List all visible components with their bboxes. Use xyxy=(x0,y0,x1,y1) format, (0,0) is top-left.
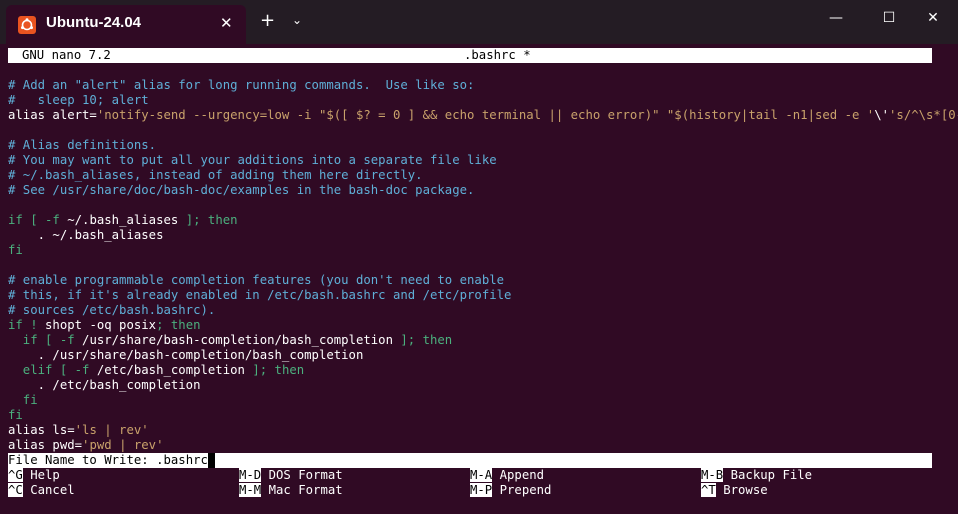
code-token: alias alert= xyxy=(8,108,97,122)
shortcut-key: M-D xyxy=(239,468,262,482)
editor-line: # Alias definitions. xyxy=(8,138,157,152)
shortcut-label: Backup File xyxy=(723,468,813,482)
editor-line: fi xyxy=(8,243,23,257)
shortcut-key: M-M xyxy=(239,483,262,497)
text-cursor xyxy=(207,453,215,468)
editor-line: # You may want to put all your additions… xyxy=(8,153,497,167)
shortcut-label: Cancel xyxy=(22,483,75,497)
shortcut-key: ^C xyxy=(8,483,23,497)
editor-line: # ~/.bash_aliases, instead of adding the… xyxy=(8,168,423,182)
code-token: -f xyxy=(74,363,90,377)
code-token: \' xyxy=(874,108,890,122)
code-token: 's/^\s*[0-9 xyxy=(889,108,958,122)
shortcut-dos-format[interactable]: M-D DOS Format xyxy=(239,468,343,483)
chevron-down-icon[interactable]: ⌄ xyxy=(292,13,302,27)
code-token: ~/.bash_aliases xyxy=(59,213,186,227)
shortcut-browse[interactable]: ^T Browse xyxy=(701,483,768,498)
prompt-label: File Name to Write: xyxy=(8,453,157,467)
shortcut-label: Help xyxy=(22,468,60,482)
editor-line: if ! shopt -oq posix; then xyxy=(8,318,201,333)
code-token: shopt -oq posix xyxy=(37,318,157,332)
code-token: ]; then xyxy=(400,333,453,347)
shortcut-label: Mac Format xyxy=(261,483,343,497)
new-tab-button[interactable]: + xyxy=(260,10,275,31)
shortcut-append[interactable]: M-A Append xyxy=(470,468,544,483)
code-token: -f xyxy=(59,333,75,347)
code-token: ]; then xyxy=(185,213,238,227)
editor-line: alias alert='notify-send --urgency=low -… xyxy=(8,108,958,123)
editor-line: if [ -f /usr/share/bash-completion/bash_… xyxy=(8,333,452,348)
editor-line: # this, if it's already enabled in /etc/… xyxy=(8,288,512,302)
shortcut-label: Prepend xyxy=(492,483,552,497)
shortcut-cancel[interactable]: ^C Cancel xyxy=(8,483,75,498)
editor-line: . ~/.bash_aliases xyxy=(8,228,164,242)
nano-header: GNU nano 7.2 .bashrc * xyxy=(8,48,932,63)
shortcut-prepend[interactable]: M-P Prepend xyxy=(470,483,551,498)
shortcut-key: M-A xyxy=(470,468,493,482)
code-token: elif [ xyxy=(8,363,75,377)
editor-line: # Add an "alert" alias for long running … xyxy=(8,78,475,92)
shortcut-backup-file[interactable]: M-B Backup File xyxy=(701,468,812,483)
code-token: 'ls | rev' xyxy=(74,423,149,437)
minimize-button[interactable]: — xyxy=(826,10,846,26)
ubuntu-icon xyxy=(18,16,36,34)
code-token: -f xyxy=(45,213,60,227)
shortcut-label: DOS Format xyxy=(261,468,343,482)
code-token: ; then xyxy=(156,318,201,332)
code-token: ]; then xyxy=(252,363,305,377)
title-bar: Ubuntu-24.04 ✕ + ⌄ — ☐ ✕ xyxy=(0,0,958,44)
terminal-area[interactable]: GNU nano 7.2 .bashrc * # Add an "alert" … xyxy=(0,44,958,514)
code-token: alias pwd= xyxy=(8,438,83,452)
maximize-button[interactable]: ☐ xyxy=(879,10,899,26)
shortcut-key: M-P xyxy=(470,483,493,497)
terminal-tab[interactable]: Ubuntu-24.04 ✕ xyxy=(6,5,246,44)
nano-filename: .bashrc * xyxy=(464,48,531,62)
code-token: 'pwd | rev' xyxy=(82,438,164,452)
code-token: if xyxy=(8,213,23,227)
shortcut-label: Append xyxy=(492,468,545,482)
code-token: alias ls= xyxy=(8,423,75,437)
save-filename-prompt[interactable]: File Name to Write: .bashrc xyxy=(8,453,932,468)
code-token: if [ xyxy=(8,333,60,347)
code-token: if ! xyxy=(8,318,38,332)
code-token: /etc/bash_completion xyxy=(89,363,253,377)
editor-line: # sources /etc/bash.bashrc). xyxy=(8,303,216,317)
editor-line: # sleep 10; alert xyxy=(8,93,149,107)
editor-line: alias pwd='pwd | rev' xyxy=(8,438,163,453)
tab-title: Ubuntu-24.04 xyxy=(46,14,142,31)
editor-line: fi xyxy=(8,393,38,407)
shortcut-key: ^T xyxy=(701,483,716,497)
editor-line: if [ -f ~/.bash_aliases ]; then xyxy=(8,213,238,228)
shortcut-mac-format[interactable]: M-M Mac Format xyxy=(239,483,343,498)
editor-line: fi xyxy=(8,408,23,422)
shortcut-label: Browse xyxy=(715,483,768,497)
code-token: 'notify-send --urgency=low -i "$([ $? = … xyxy=(96,108,875,122)
code-token: /usr/share/bash-completion/bash_completi… xyxy=(74,333,401,347)
editor-line: . /etc/bash_completion xyxy=(8,378,201,392)
shortcut-key: M-B xyxy=(701,468,724,482)
shortcut-help[interactable]: ^G Help xyxy=(8,468,60,483)
code-token: [ xyxy=(22,213,46,227)
nano-version: GNU nano 7.2 xyxy=(22,48,111,62)
close-window-button[interactable]: ✕ xyxy=(923,10,943,26)
close-tab-icon[interactable]: ✕ xyxy=(220,14,233,32)
editor-line: # See /usr/share/doc/bash-doc/examples i… xyxy=(8,183,475,197)
editor-line: . /usr/share/bash-completion/bash_comple… xyxy=(8,348,364,362)
shortcut-key: ^G xyxy=(8,468,23,482)
editor-line: # enable programmable completion feature… xyxy=(8,273,505,287)
editor-line: elif [ -f /etc/bash_completion ]; then xyxy=(8,363,304,378)
editor-line: alias ls='ls | rev' xyxy=(8,423,149,438)
filename-input[interactable]: .bashrc xyxy=(156,453,208,467)
